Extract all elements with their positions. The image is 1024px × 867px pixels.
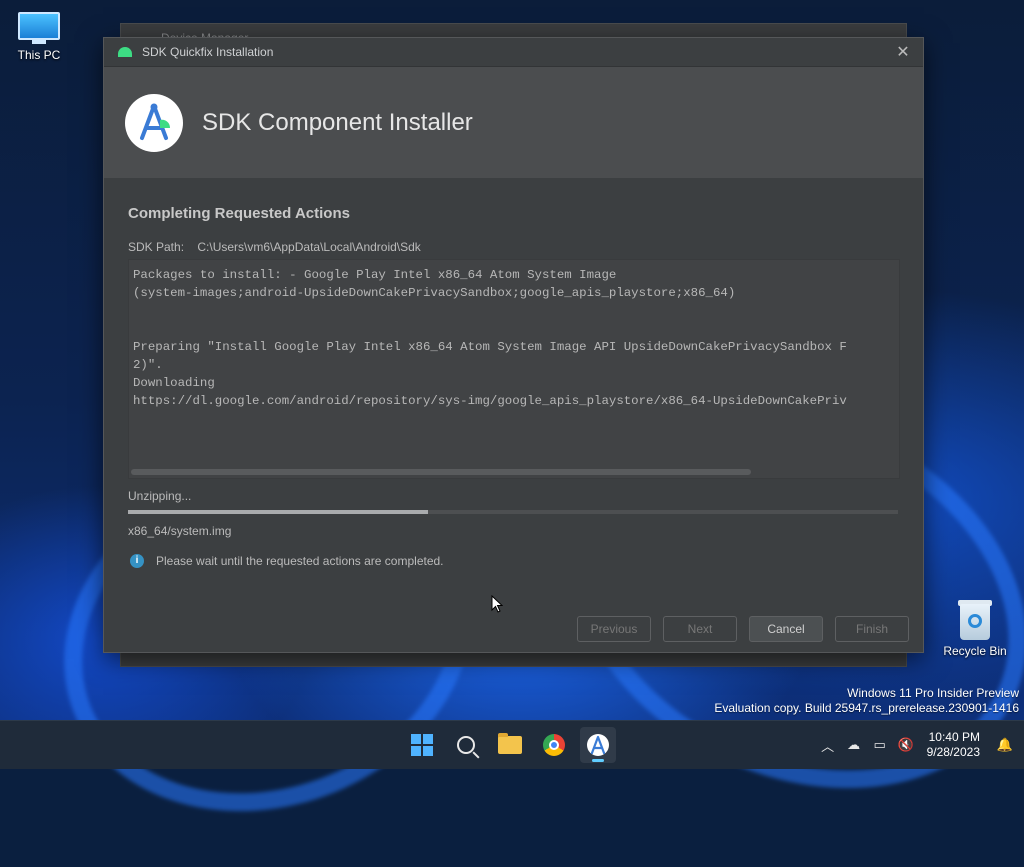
sdk-quickfix-dialog: SDK Quickfix Installation ✕ SDK Componen… [103,37,924,653]
section-title: Completing Requested Actions [128,205,350,222]
info-icon: i [130,554,144,568]
clock-time: 10:40 PM [928,730,980,744]
console-output[interactable]: Packages to install: - Google Play Intel… [128,259,900,479]
recycle-bin-icon [958,598,992,640]
chevron-up-icon[interactable]: ︿ [815,736,841,755]
status-text: Unzipping... [128,489,192,503]
notification-bell-icon[interactable]: 🔔 [992,737,1018,753]
previous-button[interactable]: Previous [577,616,651,642]
network-icon[interactable]: ▭ [867,737,893,753]
next-button[interactable]: Next [663,616,737,642]
clock[interactable]: 10:40 PM 9/28/2023 [927,730,980,760]
windows-watermark: Windows 11 Pro Insider Preview Evaluatio… [714,686,1019,716]
android-studio-logo-icon [125,93,183,152]
progress-fill [128,510,429,514]
clock-date: 9/28/2023 [926,745,980,759]
desktop-icon-label: Recycle Bin [943,644,1007,658]
start-button[interactable] [404,727,440,763]
android-icon [118,47,132,57]
desktop-icon-this-pc[interactable]: This PC [0,2,78,62]
dialog-buttons: Previous Next Cancel Finish [577,616,909,642]
desktop-icon-label: This PC [17,48,61,62]
horizontal-scrollbar[interactable] [131,469,751,475]
info-message: i Please wait until the requested action… [128,554,899,568]
android-studio-button[interactable] [580,727,616,763]
computer-icon [18,12,60,44]
file-explorer-icon [498,733,522,754]
sdk-path-label: SDK Path: [128,240,185,254]
taskbar: ︿ ☁ ▭ 🔇 10:40 PM 9/28/2023 🔔 [0,720,1024,769]
watermark-line1: Windows 11 Pro Insider Preview [847,686,1019,700]
watermark-line2: Evaluation copy. Build 25947.rs_prerelea… [714,701,1019,715]
sdk-path-value: C:\Users\vm6\AppData\Local\Android\Sdk [197,240,421,254]
start-icon [411,734,433,756]
cancel-button[interactable]: Cancel [749,616,823,642]
dialog-titlebar[interactable]: SDK Quickfix Installation ✕ [104,38,923,67]
search-icon [457,736,475,754]
dialog-title: SDK Quickfix Installation [142,45,274,59]
file-explorer-button[interactable] [492,727,528,763]
search-button[interactable] [448,727,484,763]
finish-button[interactable]: Finish [835,616,909,642]
info-text: Please wait until the requested actions … [156,554,444,568]
sdk-path-row: SDK Path: C:\Users\vm6\AppData\Local\And… [128,240,899,254]
android-studio-icon [587,734,609,756]
volume-muted-icon[interactable]: 🔇 [893,737,919,753]
dialog-header: SDK Component Installer [104,67,923,178]
console-text: Packages to install: - Google Play Intel… [133,268,847,408]
chrome-button[interactable] [536,727,572,763]
progress-bar [128,510,898,514]
system-tray: ︿ ☁ ▭ 🔇 10:40 PM 9/28/2023 🔔 [815,721,1024,769]
chrome-icon [543,734,565,756]
onedrive-icon[interactable]: ☁ [841,737,867,753]
header-title: SDK Component Installer [202,108,473,136]
taskbar-apps [404,721,616,769]
desktop-icon-recycle-bin[interactable]: Recycle Bin [936,598,1014,658]
current-file: x86_64/system.img [128,524,232,538]
close-icon[interactable]: ✕ [883,42,923,62]
mouse-cursor-icon [491,595,503,613]
dialog-content: Completing Requested Actions SDK Path: C… [104,205,923,568]
